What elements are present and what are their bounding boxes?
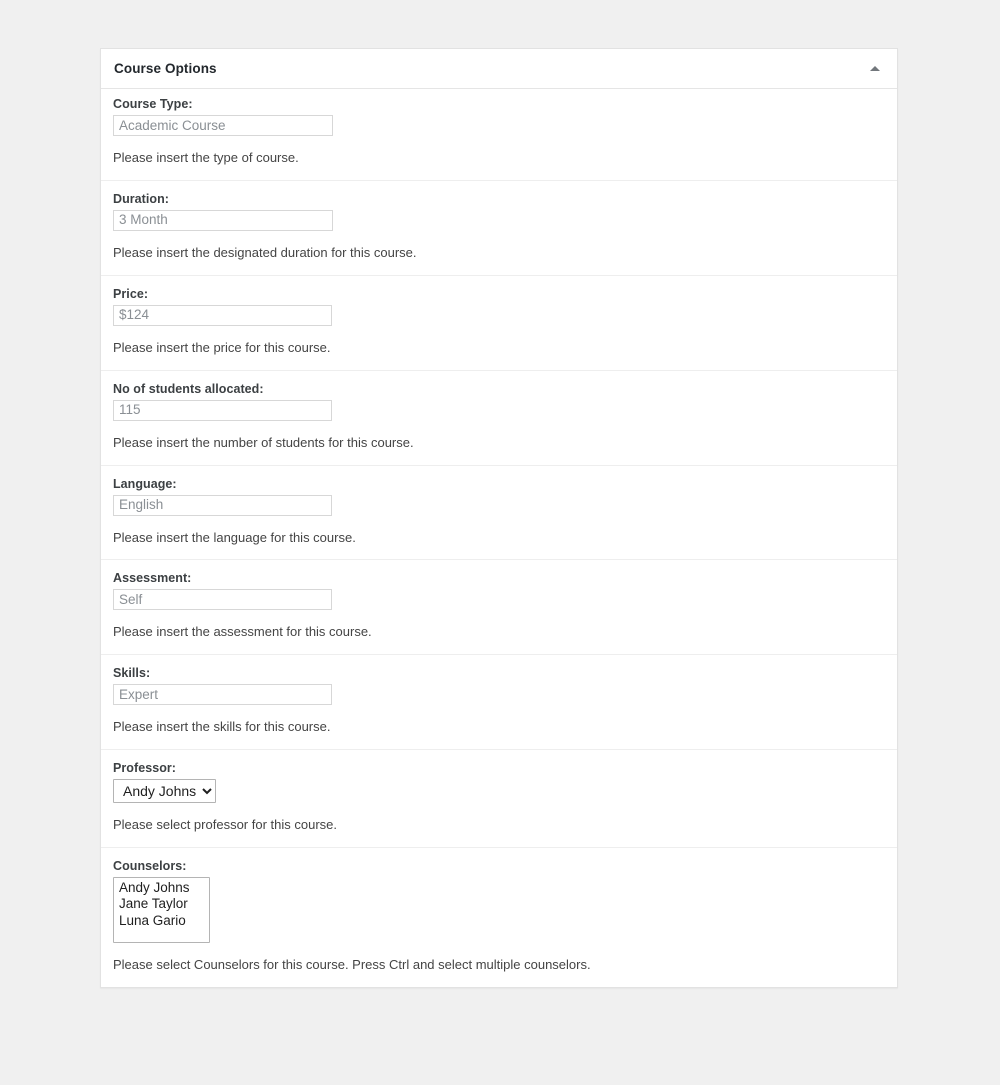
duration-input[interactable] <box>113 209 333 231</box>
label-language: Language: <box>113 476 177 491</box>
help-professor: Please select professor for this course. <box>113 817 337 833</box>
card-body: Course Type: Please insert the type of c… <box>101 89 897 987</box>
field-row-price: Price: Please insert the price for this … <box>101 274 897 370</box>
field-row-skills: Skills: Please insert the skills for thi… <box>101 654 897 749</box>
page-title: Course Options <box>114 61 217 76</box>
card-header: Course Options <box>101 49 897 89</box>
label-course-type: Course Type: <box>113 97 193 111</box>
field-row-course-type: Course Type: Please insert the type of c… <box>101 89 897 180</box>
counselors-listbox[interactable]: Andy Johns Jane Taylor Luna Gario <box>113 877 210 944</box>
help-assessment: Please insert the assessment for this co… <box>113 624 372 640</box>
counselor-option[interactable]: Andy Johns <box>114 880 209 896</box>
field-row-counselors: Counselors: Andy Johns Jane Taylor Luna … <box>101 847 897 987</box>
course-options-card: Course Options Course Type: Please inser… <box>100 48 898 989</box>
label-students-allocated: No of students allocated: <box>113 381 264 396</box>
help-students-allocated: Please insert the number of students for… <box>113 434 414 450</box>
help-duration: Please insert the designated duration fo… <box>113 244 417 260</box>
field-row-assessment: Assessment: Please insert the assessment… <box>101 559 897 654</box>
field-row-professor: Professor: Andy Johns Please select prof… <box>101 749 897 847</box>
course-type-input[interactable] <box>113 115 333 136</box>
professor-select[interactable]: Andy Johns <box>113 779 216 804</box>
label-professor: Professor: <box>113 761 177 776</box>
help-counselors: Please select Counselors for this course… <box>113 957 591 973</box>
label-price: Price: <box>113 286 149 301</box>
label-duration: Duration: <box>113 191 169 206</box>
counselor-option[interactable]: Luna Gario <box>114 913 209 929</box>
help-skills: Please insert the skills for this course… <box>113 719 331 735</box>
students-allocated-input[interactable] <box>113 399 332 421</box>
label-counselors: Counselors: <box>113 859 187 874</box>
field-row-language: Language: Please insert the language for… <box>101 464 897 560</box>
caret-up-icon[interactable] <box>865 59 885 79</box>
help-price: Please insert the price for this course. <box>113 339 331 355</box>
language-input[interactable] <box>113 494 332 516</box>
price-input[interactable] <box>113 304 332 326</box>
skills-input[interactable] <box>113 684 332 706</box>
label-skills: Skills: <box>113 666 151 681</box>
help-course-type: Please insert the type of course. <box>113 150 299 165</box>
caret-up-glyph <box>870 66 880 71</box>
help-language: Please insert the language for this cour… <box>113 529 356 545</box>
field-row-duration: Duration: Please insert the designated d… <box>101 179 897 275</box>
counselor-option[interactable]: Jane Taylor <box>114 896 209 912</box>
page-root: Course Options Course Type: Please inser… <box>0 0 1000 1085</box>
field-row-students-allocated: No of students allocated: Please insert … <box>101 369 897 465</box>
label-assessment: Assessment: <box>113 571 192 586</box>
assessment-input[interactable] <box>113 589 332 611</box>
